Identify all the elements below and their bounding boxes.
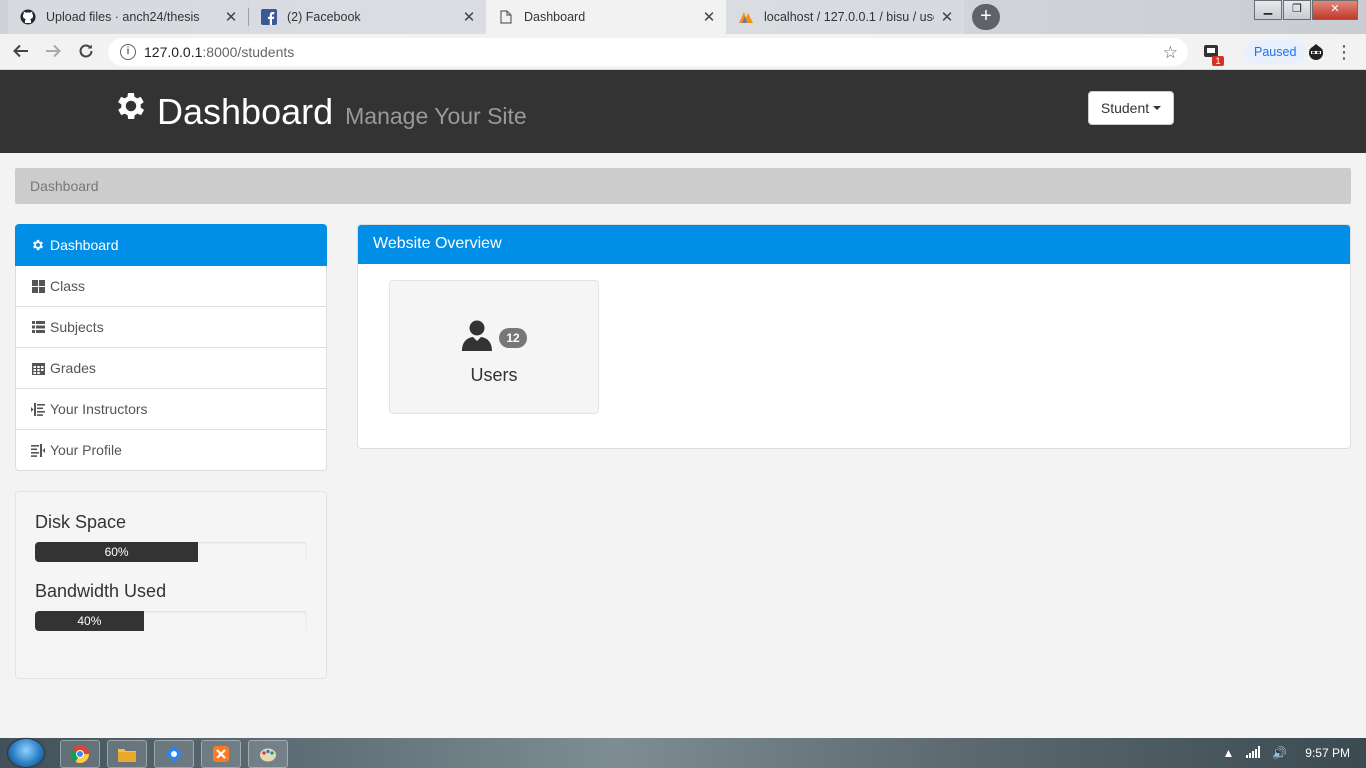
brand: Dashboard Manage Your Site xyxy=(113,88,527,133)
new-tab-button[interactable]: + xyxy=(972,4,1000,30)
tab-title: (2) Facebook xyxy=(287,10,361,24)
taskbar-clock[interactable]: 9:57 PM xyxy=(1305,746,1350,760)
panel-heading: Website Overview xyxy=(358,225,1350,264)
outdent-icon xyxy=(31,443,45,457)
browser-tab-github[interactable]: Upload files · anch24/thesis ✕ xyxy=(8,0,248,34)
page-title: Dashboard xyxy=(157,91,334,132)
menu-dots-icon[interactable]: ⋮ xyxy=(1334,42,1354,62)
sidebar-nav: Dashboard Class Subjects Grades Your Ins… xyxy=(15,224,327,471)
profile-avatar-icon[interactable] xyxy=(1306,42,1326,62)
url-host: 127.0.0.1 xyxy=(144,44,203,60)
list-icon xyxy=(31,321,45,333)
sidebar-item-label: Grades xyxy=(50,360,96,376)
bandwidth-heading: Bandwidth Used xyxy=(35,581,167,601)
tab-title: Upload files · anch24/thesis xyxy=(46,10,200,24)
tray-expand-icon[interactable]: ▲ xyxy=(1222,746,1234,760)
users-count-badge: 12 xyxy=(499,327,527,348)
usage-well: Disk Space 60% Bandwidth Used 40% xyxy=(15,491,327,679)
back-icon[interactable] xyxy=(11,42,31,62)
network-icon[interactable] xyxy=(1246,745,1261,761)
sourcetree-icon[interactable] xyxy=(154,740,194,768)
volume-icon[interactable]: 🔊 xyxy=(1272,746,1287,760)
bookmark-star-icon[interactable]: ☆ xyxy=(1163,43,1178,63)
system-tray: ▲ 🔊 9:57 PM xyxy=(1210,738,1350,768)
breadcrumb-item: Dashboard xyxy=(30,178,99,194)
window-close-button[interactable]: ✕ xyxy=(1312,0,1358,20)
calendar-icon xyxy=(31,362,45,375)
sidebar-item-class[interactable]: Class xyxy=(15,266,327,307)
os-taskbar: ▲ 🔊 9:57 PM xyxy=(0,738,1366,768)
browser-toolbar: i 127.0.0.1:8000/students ☆ ⋮ xyxy=(0,34,1366,70)
th-large-icon xyxy=(31,279,45,293)
breadcrumb: Dashboard xyxy=(15,168,1351,204)
sidebar-item-grades[interactable]: Grades xyxy=(15,348,327,389)
user-role-label: Student xyxy=(1100,100,1150,116)
start-button[interactable] xyxy=(8,739,44,767)
browser-tab-facebook[interactable]: (2) Facebook ✕ xyxy=(249,0,486,34)
paint-icon[interactable] xyxy=(248,740,288,768)
disk-space-heading: Disk Space xyxy=(35,512,127,532)
reload-icon[interactable] xyxy=(76,42,96,62)
sidebar-item-label: Dashboard xyxy=(50,237,119,253)
profile-status-chip[interactable]: Paused xyxy=(1244,40,1307,64)
address-bar[interactable]: i 127.0.0.1:8000/students ☆ xyxy=(108,38,1188,66)
page-icon xyxy=(498,9,514,25)
tab-title: Dashboard xyxy=(524,10,586,24)
tab-title: localhost / 127.0.0.1 / bisu / users xyxy=(764,10,934,24)
minimize-button[interactable]: ▁ xyxy=(1254,0,1282,20)
url-path: :8000/students xyxy=(202,44,295,60)
disk-space-progress-bar: 60% xyxy=(35,542,199,562)
bandwidth-progress: 40% xyxy=(35,611,307,631)
close-icon[interactable]: ✕ xyxy=(702,8,716,26)
browser-tab-phpmyadmin[interactable]: localhost / 127.0.0.1 / bisu / users ✕ xyxy=(726,0,964,34)
users-stat-line: 12 xyxy=(390,319,598,356)
sidebar-item-your-profile[interactable]: Your Profile xyxy=(15,430,327,471)
close-icon[interactable]: ✕ xyxy=(940,8,954,26)
gear-icon xyxy=(31,238,45,252)
sidebar-item-label: Class xyxy=(50,278,86,294)
window-controls: ▁ ❐ ✕ xyxy=(1253,0,1358,20)
page-subtitle: Manage Your Site xyxy=(345,103,527,129)
browser-tab-dashboard[interactable]: Dashboard ✕ xyxy=(486,0,726,34)
website-overview-panel: Website Overview 12 Users xyxy=(357,224,1351,449)
bandwidth-progress-bar: 40% xyxy=(35,611,144,631)
user-role-dropdown[interactable]: Student xyxy=(1088,91,1174,125)
gear-icon xyxy=(113,88,149,132)
browser-tab-strip: Upload files · anch24/thesis ✕ (2) Faceb… xyxy=(0,0,1366,34)
info-icon[interactable]: i xyxy=(120,44,136,60)
indent-icon xyxy=(31,402,45,416)
chrome-icon[interactable] xyxy=(60,740,100,768)
sidebar-item-your-instructors[interactable]: Your Instructors xyxy=(15,389,327,430)
users-stat-label: Users xyxy=(470,365,518,385)
sidebar-item-subjects[interactable]: Subjects xyxy=(15,307,327,348)
sidebar-item-label: Subjects xyxy=(50,319,104,335)
file-explorer-icon[interactable] xyxy=(107,740,147,768)
close-icon[interactable]: ✕ xyxy=(224,8,238,26)
github-icon xyxy=(20,9,36,25)
sidebar-item-label: Your Profile xyxy=(50,442,122,458)
xampp-icon[interactable] xyxy=(201,740,241,768)
forward-icon[interactable] xyxy=(43,42,63,62)
extension-badge: 1 xyxy=(1212,56,1224,66)
close-icon[interactable]: ✕ xyxy=(462,8,476,26)
sidebar-item-label: Your Instructors xyxy=(50,401,148,417)
users-stat-card[interactable]: 12 Users xyxy=(389,280,599,414)
caret-down-icon xyxy=(1153,106,1162,110)
phpmyadmin-icon xyxy=(738,9,754,25)
sidebar-item-dashboard[interactable]: Dashboard xyxy=(15,224,327,266)
user-icon xyxy=(461,319,493,356)
disk-space-progress: 60% xyxy=(35,542,307,562)
maximize-button[interactable]: ❐ xyxy=(1283,0,1311,20)
facebook-icon xyxy=(261,9,277,25)
